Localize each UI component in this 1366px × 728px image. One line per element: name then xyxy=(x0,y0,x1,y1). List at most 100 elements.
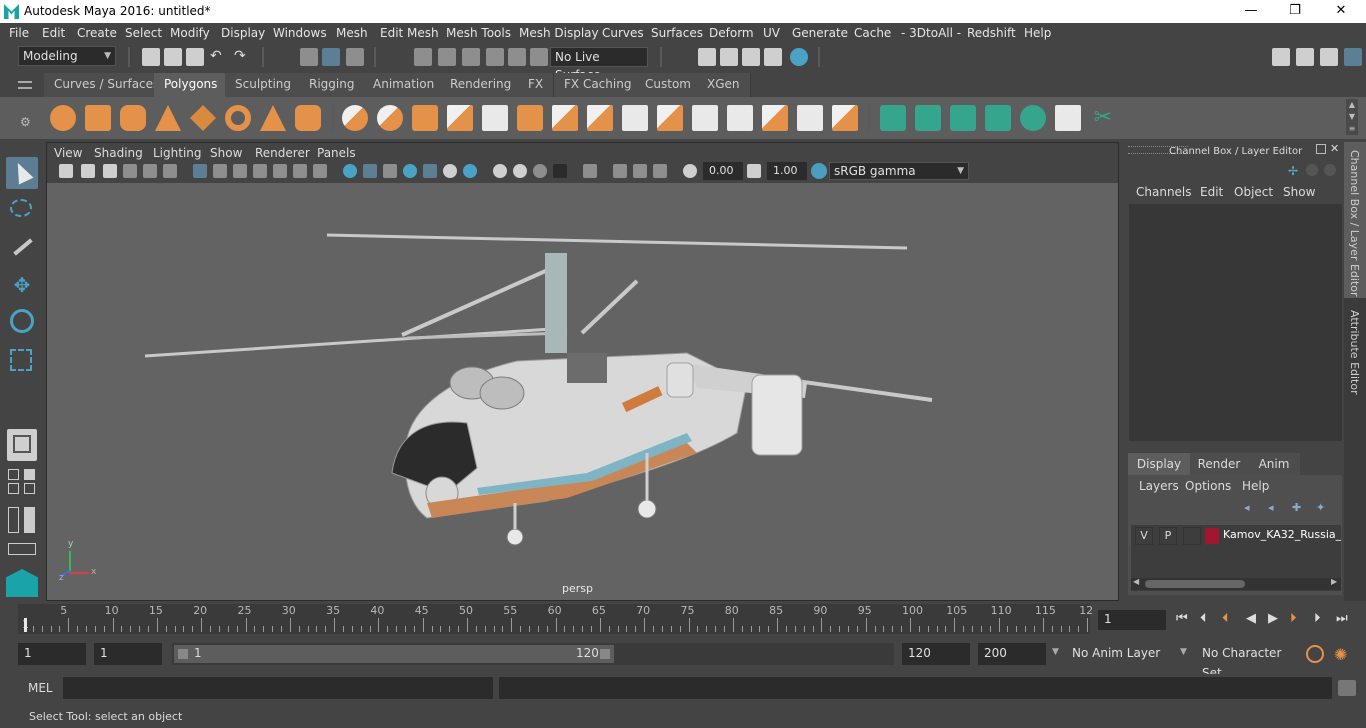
safe-action-icon[interactable] xyxy=(293,164,307,178)
camera-select-icon[interactable] xyxy=(59,164,73,178)
range-handle-end[interactable] xyxy=(600,649,610,659)
panel-menu-panels[interactable]: Panels xyxy=(317,146,356,160)
fill-hole-icon[interactable] xyxy=(657,105,683,131)
four-view-layout-button[interactable] xyxy=(6,467,38,495)
cut-uv-icon[interactable]: ✂ xyxy=(1090,105,1116,131)
layer-type-toggle[interactable] xyxy=(1183,527,1201,545)
snap-view-plane-icon[interactable] xyxy=(486,48,504,66)
multi-cut-icon[interactable] xyxy=(692,105,718,131)
auto-key-icon[interactable] xyxy=(1306,645,1324,663)
single-view-layout-button[interactable] xyxy=(7,429,37,461)
menu-file[interactable]: File xyxy=(9,26,29,40)
anim-layer-dropdown[interactable]: No Anim Layer xyxy=(1066,643,1170,665)
scrollbar-thumb[interactable] xyxy=(1145,580,1245,588)
chevron-down-icon[interactable]: ▼ xyxy=(1180,647,1187,657)
snap-surface-icon[interactable] xyxy=(508,48,526,66)
panel-menu-shading[interactable]: Shading xyxy=(94,146,143,160)
combine-icon[interactable] xyxy=(342,105,368,131)
cylindrical-mapping-icon[interactable] xyxy=(915,105,941,131)
tab-sculpting[interactable]: Sculpting xyxy=(225,73,303,97)
menu-3dtoall[interactable]: - 3DtoAll - xyxy=(901,26,961,40)
step-back-icon[interactable]: ⏴ xyxy=(1200,611,1207,626)
shelf-menu-icon[interactable] xyxy=(18,81,32,89)
poly-plane-icon[interactable] xyxy=(190,105,216,131)
restore-button[interactable]: ❐ xyxy=(1272,0,1318,23)
layer-playback-toggle[interactable]: P xyxy=(1159,527,1177,545)
menu-curves[interactable]: Curves xyxy=(602,26,644,40)
options-menu[interactable]: Options xyxy=(1185,479,1231,493)
scale-tool-button[interactable] xyxy=(6,343,38,375)
screen-space-ao-icon[interactable] xyxy=(493,164,507,178)
scene-start-field[interactable]: 1 xyxy=(18,643,86,665)
xray-joints-icon[interactable] xyxy=(613,164,627,178)
grease-pencil-icon[interactable] xyxy=(163,164,177,178)
tool-settings-icon[interactable] xyxy=(1320,48,1338,66)
planar-mapping-icon[interactable] xyxy=(880,105,906,131)
show-menu[interactable]: Show xyxy=(1283,185,1315,199)
backface-icon[interactable] xyxy=(653,164,667,178)
channel-box-icon[interactable] xyxy=(1344,48,1362,66)
2d-pan-zoom-icon[interactable] xyxy=(143,164,157,178)
poly-torus-icon[interactable] xyxy=(225,105,251,131)
maya-home-button[interactable] xyxy=(6,567,38,599)
go-to-start-icon[interactable]: ⏮ xyxy=(1176,611,1188,626)
close-panel-icon[interactable]: ✕ xyxy=(1330,142,1339,155)
motion-blur-icon[interactable] xyxy=(513,164,527,178)
append-polygon-icon[interactable] xyxy=(622,105,648,131)
scroll-right-icon[interactable]: ▶ xyxy=(1331,577,1337,586)
scene-end-field[interactable]: 200 xyxy=(978,643,1046,665)
range-slider[interactable]: 1 120 xyxy=(172,643,894,665)
layer-color-swatch[interactable] xyxy=(1205,528,1219,544)
tab-animation[interactable]: Animation xyxy=(363,73,446,97)
new-scene-icon[interactable] xyxy=(142,48,160,66)
current-frame-field[interactable]: 1 xyxy=(1098,610,1166,630)
modeling-toolkit-icon[interactable] xyxy=(1272,48,1290,66)
step-forward-key-icon[interactable]: ⏵ xyxy=(1290,611,1297,626)
automatic-mapping-icon[interactable] xyxy=(985,105,1011,131)
tab-polygons[interactable]: Polygons xyxy=(154,73,229,97)
float-panel-icon[interactable] xyxy=(1316,144,1326,154)
menu-help[interactable]: Help xyxy=(1024,26,1051,40)
shelf-settings-icon[interactable]: ⚙ xyxy=(20,115,31,129)
chevron-down-icon[interactable]: ▼ xyxy=(1052,647,1059,657)
poly-cylinder-icon[interactable] xyxy=(120,105,146,131)
animation-preferences-icon[interactable]: ✺ xyxy=(1334,645,1347,664)
3d-viewport[interactable]: y x z persp xyxy=(47,183,1118,600)
help-menu[interactable]: Help xyxy=(1242,479,1269,493)
render-globals-icon[interactable] xyxy=(764,48,782,66)
uv-editor-icon[interactable] xyxy=(1055,105,1081,131)
live-surface-field[interactable]: No Live Surface xyxy=(550,47,648,82)
safe-title-icon[interactable] xyxy=(313,164,327,178)
step-back-key-icon[interactable]: ⏴ xyxy=(1222,611,1229,626)
tab-anim[interactable]: Anim xyxy=(1248,453,1300,475)
snap-curve-icon[interactable] xyxy=(438,48,456,66)
menu-mesh-display[interactable]: Mesh Display xyxy=(519,26,599,40)
lasso-tool-button[interactable] xyxy=(6,195,38,227)
play-backward-icon[interactable]: ◀ xyxy=(1246,611,1256,626)
make-live-icon[interactable] xyxy=(530,48,548,66)
select-hierarchy-icon[interactable] xyxy=(300,48,318,66)
move-panel-icon[interactable]: ✢ xyxy=(1288,164,1300,178)
scroll-left-icon[interactable]: ◀ xyxy=(1133,577,1139,586)
menu-cache[interactable]: Cache xyxy=(854,26,891,40)
merge-icon[interactable] xyxy=(762,105,788,131)
layer-name[interactable]: Kamov_KA32_Russia_El xyxy=(1223,528,1341,541)
average-vertices-icon[interactable] xyxy=(482,105,508,131)
snap-grid-icon[interactable] xyxy=(414,48,432,66)
current-time-marker[interactable] xyxy=(24,618,27,632)
menu-deform[interactable]: Deform xyxy=(709,26,754,40)
menu-create[interactable]: Create xyxy=(77,26,117,40)
field-chart-icon[interactable] xyxy=(273,164,287,178)
use-all-lights-icon[interactable] xyxy=(443,164,457,178)
script-editor-icon[interactable] xyxy=(1338,680,1356,696)
menu-edit[interactable]: Edit xyxy=(42,26,65,40)
panel-menu-lighting[interactable]: Lighting xyxy=(153,146,202,160)
move-layer-down-icon[interactable]: ◂ xyxy=(1268,501,1282,514)
menu-edit-mesh[interactable]: Edit Mesh xyxy=(380,26,439,40)
display-option-icon[interactable] xyxy=(1324,164,1336,176)
resolution-gate-icon[interactable] xyxy=(233,164,247,178)
redo-icon[interactable]: ↷ xyxy=(234,48,252,66)
layers-menu[interactable]: Layers xyxy=(1139,479,1179,493)
unfold-uv-icon[interactable] xyxy=(1020,105,1046,131)
snap-point-icon[interactable] xyxy=(462,48,480,66)
